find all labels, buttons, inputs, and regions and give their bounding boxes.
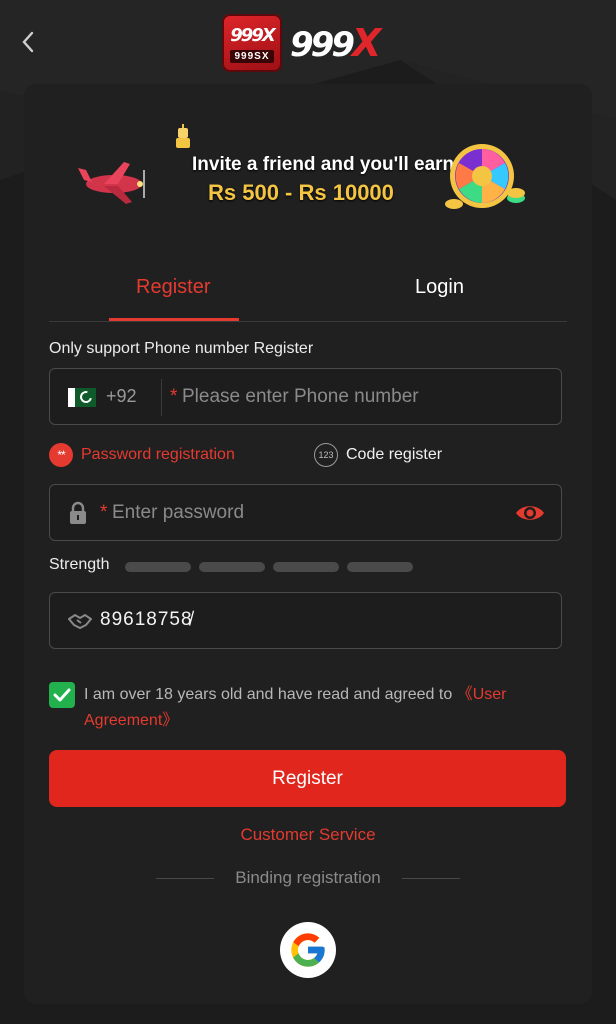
agreement-statement: I am over 18 years old and have read and… [84,686,457,703]
logo-word-digits: 999 [290,25,355,65]
lock-icon [70,501,86,524]
chevron-left-icon [22,31,34,53]
required-mark: * [170,386,178,407]
handshake-icon [68,613,92,630]
banner-line2: Rs 500 - Rs 10000 [208,180,394,205]
password-mode-icon: ** [49,443,73,467]
logo-badge: 999X 999SX [222,14,282,72]
customer-service-link[interactable]: Customer Service [24,825,592,845]
back-button[interactable] [14,28,42,56]
logo-word-x: X [351,21,381,65]
auth-tabs: Register Login [49,268,567,322]
agreement-checkbox[interactable] [49,682,75,708]
code-mode-icon: 123 [314,443,338,467]
password-registration-option[interactable]: ** Password registration [49,443,235,467]
banner-line1: Invite a friend and you'll earn [192,154,455,175]
google-login-button[interactable] [280,922,336,978]
phone-input[interactable] [182,381,542,413]
password-mode-label: Password registration [81,446,235,463]
tab-register[interactable]: Register [136,276,210,299]
tab-login[interactable]: Login [415,276,464,299]
invite-code-field[interactable]: 89618758̸ [49,592,562,649]
code-mode-label: Code register [346,446,443,463]
pakistan-flag-icon [68,388,96,407]
country-code[interactable]: +92 [106,386,137,407]
prize-wheel-icon [445,144,525,209]
google-icon [291,933,325,967]
eye-icon[interactable] [514,502,546,524]
code-register-option[interactable]: 123 Code register [314,443,442,467]
logo-wordmark: 999X [290,21,381,65]
logo-badge-subtext: 999SX [230,50,274,63]
logo-badge-text: 999X [230,25,275,46]
support-label: Only support Phone number Register [49,340,314,357]
active-tab-indicator [109,318,239,321]
checkmark-icon [53,688,71,702]
required-mark: * [100,502,108,523]
agreement-text: I am over 18 years old and have read and… [84,682,564,734]
binding-divider-right [402,878,460,879]
binding-registration-label: Binding registration [235,868,381,887]
strength-bar-3 [273,562,339,572]
register-card: Invite a friend and you'll earn Rs 500 -… [24,84,592,1004]
phone-field: +92 * [49,368,562,425]
strength-bar-2 [199,562,265,572]
password-field: * [49,484,562,541]
gift-icon [176,124,190,148]
invite-code-value: 89618758̸ [100,609,193,630]
plane-icon [78,162,145,204]
strength-bar-1 [125,562,191,572]
invite-banner[interactable]: Invite a friend and you'll earn Rs 500 -… [72,124,552,234]
register-button[interactable]: Register [49,750,566,807]
strength-label: Strength [49,556,110,573]
app-logo: 999X 999SX 999X [222,14,381,72]
agreement-row: I am over 18 years old and have read and… [49,682,564,734]
password-input[interactable] [112,497,512,529]
field-divider [161,379,162,416]
strength-bar-4 [347,562,413,572]
